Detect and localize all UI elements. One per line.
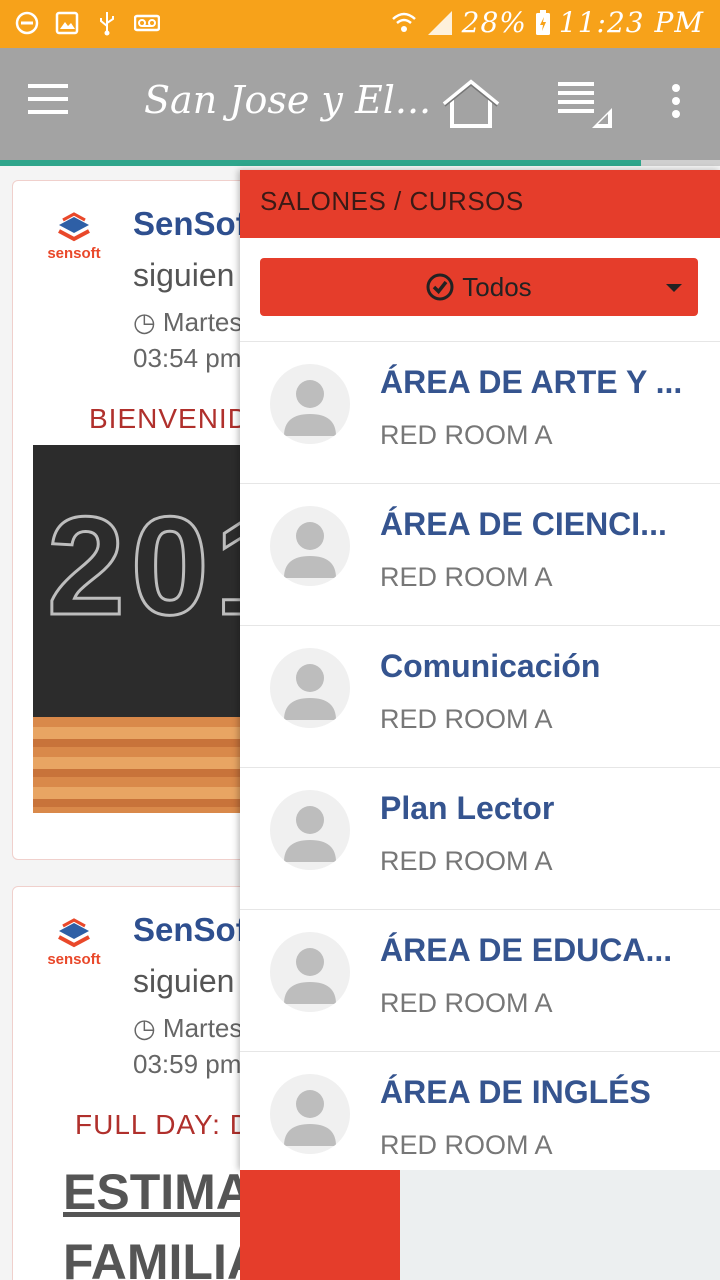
course-list-item[interactable]: ÁREA DE CIENCI... RED ROOM A xyxy=(240,484,720,626)
post-title: BIENVENID xyxy=(89,403,249,434)
post-body-line: FAMILIA xyxy=(63,1234,263,1280)
courses-drawer: SALONES / CURSOS Todos ÁREA DE ARTE Y ..… xyxy=(240,170,720,1170)
post-time: 03:59 pm xyxy=(133,1049,242,1079)
avatar-placeholder-icon xyxy=(270,648,350,728)
do-not-disturb-icon xyxy=(15,11,39,35)
course-room: RED ROOM A xyxy=(380,704,553,734)
image-icon xyxy=(55,11,79,35)
battery-percent: 28% xyxy=(461,6,527,39)
post-author[interactable]: SenSoft xyxy=(133,911,258,949)
home-icon[interactable] xyxy=(440,78,502,130)
course-list-item[interactable]: ÁREA DE ARTE Y ... RED ROOM A xyxy=(240,342,720,484)
course-list-item[interactable]: Comunicación RED ROOM A xyxy=(240,626,720,768)
course-room: RED ROOM A xyxy=(380,420,553,450)
avatar-placeholder-icon xyxy=(270,932,350,1012)
signal-icon xyxy=(427,10,452,35)
check-circle-icon xyxy=(426,273,454,301)
logo-text: sensoft xyxy=(47,245,101,262)
post-title: FULL DAY: D xyxy=(75,1109,251,1140)
course-name: Comunicación xyxy=(380,648,601,684)
filter-dropdown[interactable]: Todos xyxy=(260,258,698,316)
wifi-icon xyxy=(391,12,416,32)
app-toolbar: San Jose y El... xyxy=(0,48,720,160)
post-time: 03:54 pm xyxy=(133,343,242,373)
course-name: ÁREA DE ARTE Y ... xyxy=(380,364,683,400)
course-name: ÁREA DE EDUCA... xyxy=(380,932,673,968)
menu-icon[interactable] xyxy=(28,84,68,124)
course-list: ÁREA DE ARTE Y ... RED ROOM A ÁREA DE CIEN… xyxy=(240,342,720,1170)
course-room: RED ROOM A xyxy=(380,988,553,1018)
sensoft-logo: sensoft xyxy=(37,917,111,977)
course-room: RED ROOM A xyxy=(380,1130,553,1160)
course-room: RED ROOM A xyxy=(380,562,553,592)
more-options-icon[interactable] xyxy=(664,84,688,124)
clock-icon: ◷ xyxy=(133,1013,156,1043)
course-room: RED ROOM A xyxy=(380,846,553,876)
bottom-red-block xyxy=(240,1170,400,1280)
avatar-placeholder-icon xyxy=(270,790,350,870)
post-subtext: siguien xyxy=(133,257,235,293)
filter-label: Todos xyxy=(462,272,532,302)
avatar-placeholder-icon xyxy=(270,506,350,586)
list-view-icon[interactable] xyxy=(556,78,614,130)
post-author[interactable]: SenSoft xyxy=(133,205,258,243)
sensoft-logo: sensoft xyxy=(37,211,111,271)
chevron-down-icon xyxy=(666,284,682,292)
post-date: ◷ Martes xyxy=(133,1013,242,1044)
avatar-placeholder-icon xyxy=(270,1074,350,1154)
battery-charging-icon xyxy=(535,9,550,35)
status-bar: 28% 11:23 PM xyxy=(0,0,720,48)
course-list-item[interactable]: ÁREA DE INGLÉS RED ROOM A xyxy=(240,1052,720,1170)
course-list-item[interactable]: ÁREA DE EDUCA... RED ROOM A xyxy=(240,910,720,1052)
system-icons: 28% 11:23 PM xyxy=(390,6,704,39)
course-name: ÁREA DE CIENCI... xyxy=(380,506,667,542)
course-list-item[interactable]: Plan Lector RED ROOM A xyxy=(240,768,720,910)
post-body-line: ESTIMA xyxy=(63,1164,252,1220)
course-name: ÁREA DE INGLÉS xyxy=(380,1074,651,1110)
usb-icon xyxy=(100,12,114,36)
post-date-text: Martes xyxy=(162,1013,243,1043)
post-date-text: Martes xyxy=(162,307,243,337)
post-date: ◷ Martes xyxy=(133,307,242,338)
avatar-placeholder-icon xyxy=(270,364,350,444)
bottom-gray-block xyxy=(400,1170,720,1280)
drawer-header: SALONES / CURSOS xyxy=(240,170,720,238)
voicemail-icon xyxy=(134,14,160,32)
app-title: San Jose y El... xyxy=(144,78,432,122)
filter-container: Todos xyxy=(240,238,720,342)
course-name: Plan Lector xyxy=(380,790,555,826)
clock: 11:23 PM xyxy=(558,6,704,39)
post-subtext: siguien xyxy=(133,963,235,999)
logo-text: sensoft xyxy=(47,951,101,968)
notification-icons xyxy=(14,10,160,36)
clock-icon: ◷ xyxy=(133,307,156,337)
